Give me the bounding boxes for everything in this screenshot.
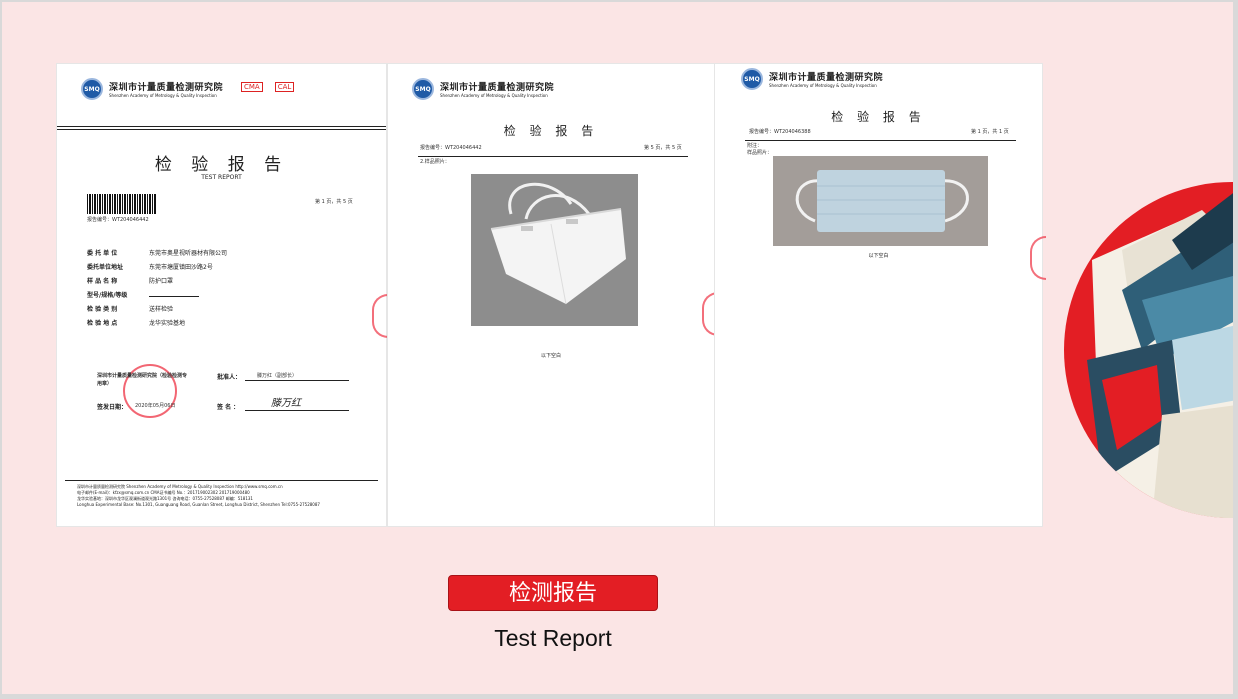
field-label: 委 托 单 位: [87, 250, 118, 257]
report-header: SMQ 深圳市计量质量检测研究院 Shenzhen Academy of Met…: [741, 68, 883, 90]
org-name-cn: 深圳市计量质量检测研究院: [440, 83, 555, 93]
decorative-robot-illustration: [1064, 182, 1233, 518]
footer-line: Longhua Experimental Base: No.1301, Guan…: [77, 502, 320, 507]
report-title: 检 验 报 告: [503, 124, 599, 138]
edge-seal-icon: [1030, 236, 1046, 280]
page-info: 第 1 页，共 1 页: [971, 129, 1009, 135]
header-rule: [57, 126, 386, 127]
cal-mark-icon: CAL: [274, 82, 295, 92]
smq-logo: SMQ: [741, 68, 763, 90]
footer-rule: [65, 480, 378, 481]
org-name-en: Shenzhen Academy of Metrology & Quality …: [109, 93, 217, 98]
org-name-cn: 深圳市计量质量检测研究院: [109, 83, 224, 93]
approver-underline: [245, 380, 349, 381]
section-subtitle: Test Report: [494, 625, 612, 651]
issue-date-value: 2020年05月06日: [135, 403, 176, 409]
field-label: 检 验 类 别: [87, 306, 118, 313]
report-page-photo-kn95: SMQ 深圳市计量质量检测研究院 Shenzhen Academy of Met…: [388, 64, 718, 526]
report-number: 报告编号：WT204046442: [420, 145, 482, 151]
page-info: 第 1 页，共 5 页: [315, 199, 353, 205]
org-name-en: Shenzhen Academy of Metrology & Quality …: [440, 93, 548, 98]
header-rule: [418, 156, 688, 157]
report-number: 报告编号：WT204046442: [87, 217, 149, 223]
field-value: 送样检验: [149, 306, 174, 313]
approver-value: 滕万红（副部长）: [257, 373, 298, 379]
report-title: 检 验 报 告: [831, 110, 926, 124]
org-name-en: Shenzhen Academy of Metrology & Quality …: [769, 83, 877, 88]
mask-image-icon: [471, 174, 638, 326]
field-underline: [149, 296, 199, 297]
mask-image-icon: [773, 156, 988, 246]
sign-underline: [245, 410, 349, 411]
smq-logo: SMQ: [412, 78, 434, 100]
field-label: 检 验 地 点: [87, 320, 118, 327]
edge-seal-icon: [372, 294, 388, 338]
report-header: SMQ 深圳市计量质量检测研究院 Shenzhen Academy of Met…: [412, 78, 554, 100]
page-info: 第 5 页，共 5 页: [644, 145, 682, 151]
blank-below-caption: 以下空白: [540, 353, 561, 359]
barcode-icon: [87, 194, 157, 214]
field-label: 委托单位地址: [87, 264, 124, 271]
field-value: 防护口罩: [149, 278, 174, 285]
field-label: 型号/规格/等级: [87, 292, 128, 299]
field-value: 东莞市塘厦镇田沙路2号: [149, 264, 213, 271]
kn95-mask-photo: [471, 174, 638, 326]
header-rule: [745, 140, 1016, 141]
handwritten-signature: 滕万红: [271, 398, 301, 409]
cert-marks: CMA CAL: [241, 82, 295, 92]
section-label: 样品照片：: [747, 150, 773, 156]
report-number: 报告编号：WT204046388: [749, 129, 811, 135]
org-name-cn: 深圳市计量质量检测研究院: [769, 73, 884, 83]
slide: SMQ 深圳市计量质量检测研究院 Shenzhen Academy of Met…: [2, 2, 1233, 694]
section-label: 2.样品照片：: [420, 159, 450, 165]
approver-label: 批准人：: [217, 374, 242, 381]
report-title-en: TEST REPORT: [201, 174, 242, 181]
surgical-mask-photo: [773, 156, 988, 246]
section-label: 附注：: [747, 143, 763, 149]
report-footer: 深圳市计量质量检测研究院 Shenzhen Academy of Metrolo…: [77, 484, 367, 508]
blank-below-caption: 以下空白: [868, 253, 889, 259]
report-title: 检 验 报 告: [154, 155, 289, 175]
issue-date-label: 签发日期：: [97, 404, 128, 411]
cma-mark-icon: CMA: [241, 82, 263, 92]
report-page-photo-surgical: SMQ 深圳市计量质量检测研究院 Shenzhen Academy of Met…: [715, 64, 1046, 526]
report-page-cover: SMQ 深圳市计量质量检测研究院 Shenzhen Academy of Met…: [57, 64, 388, 526]
issuer-label: 深圳市计量质量检测研究院（检验检测专用章）: [97, 373, 188, 387]
smq-logo: SMQ: [81, 78, 103, 100]
header-rule: [57, 129, 386, 130]
field-value: 东莞市奥星视听器材有限公司: [149, 250, 228, 257]
sign-label: 签 名 ：: [217, 404, 240, 411]
field-value: 龙华实验基地: [149, 320, 186, 327]
field-label: 样 品 名 称: [87, 278, 118, 285]
section-title-badge: 检测报告: [448, 575, 658, 611]
report-header: SMQ 深圳市计量质量检测研究院 Shenzhen Academy of Met…: [81, 78, 223, 100]
